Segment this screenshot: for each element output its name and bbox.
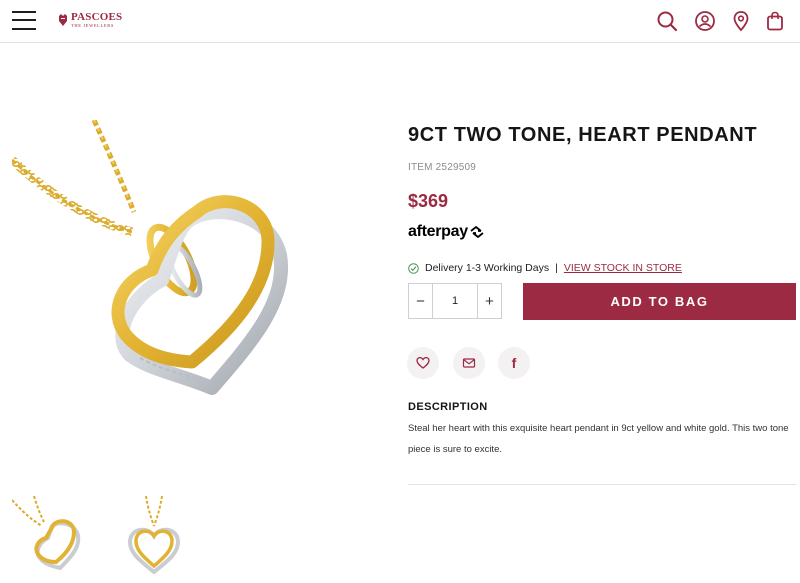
menu-icon[interactable] [12,10,36,31]
product-thumbnail[interactable] [118,495,190,575]
logo-name: PASCOES [71,11,123,23]
add-to-bag-button[interactable]: ADD TO BAG [523,283,796,320]
product-title: 9CT TWO TONE, HEART PENDANT [408,124,758,146]
quantity-decrement-button[interactable]: − [409,284,432,318]
store-locator-icon[interactable] [730,10,752,32]
description-heading: DESCRIPTION [408,401,488,413]
delivery-separator: | [555,262,558,274]
quantity-increment-button[interactable]: + [478,284,501,318]
crest-icon [59,14,67,26]
afterpay-logo[interactable]: afterpay [408,223,485,241]
quantity-input[interactable]: 1 [432,284,478,318]
brand-logo[interactable]: PASCOES THE JEWELLERS [58,12,122,30]
product-main-image[interactable] [8,118,302,440]
quantity-stepper: − 1 + [408,283,502,319]
bag-icon[interactable] [764,10,786,32]
item-number: ITEM 2529509 [408,162,476,173]
email-share-button[interactable] [453,347,485,379]
section-divider [408,484,796,485]
delivery-info: Delivery 1-3 Working Days | VIEW STOCK I… [408,262,682,274]
check-circle-icon [408,262,419,274]
site-header: PASCOES THE JEWELLERS [0,0,800,43]
account-icon[interactable] [694,10,716,32]
product-price: $369 [408,191,449,211]
description-text: Steal her heart with this exquisite hear… [408,423,789,455]
wishlist-heart-icon [416,356,430,369]
product-thumbnail[interactable] [11,495,84,574]
afterpay-arrows-icon [470,226,484,238]
search-icon[interactable] [656,10,678,32]
logo-tagline: THE JEWELLERS [71,23,114,28]
facebook-share-button[interactable]: f [498,347,530,379]
view-stock-link[interactable]: VIEW STOCK IN STORE [564,262,682,274]
afterpay-wordmark: afterpay [408,223,468,240]
delivery-text: Delivery 1-3 Working Days [425,262,550,274]
email-icon [462,358,476,368]
wishlist-button[interactable] [407,347,439,379]
facebook-icon: f [511,355,517,371]
